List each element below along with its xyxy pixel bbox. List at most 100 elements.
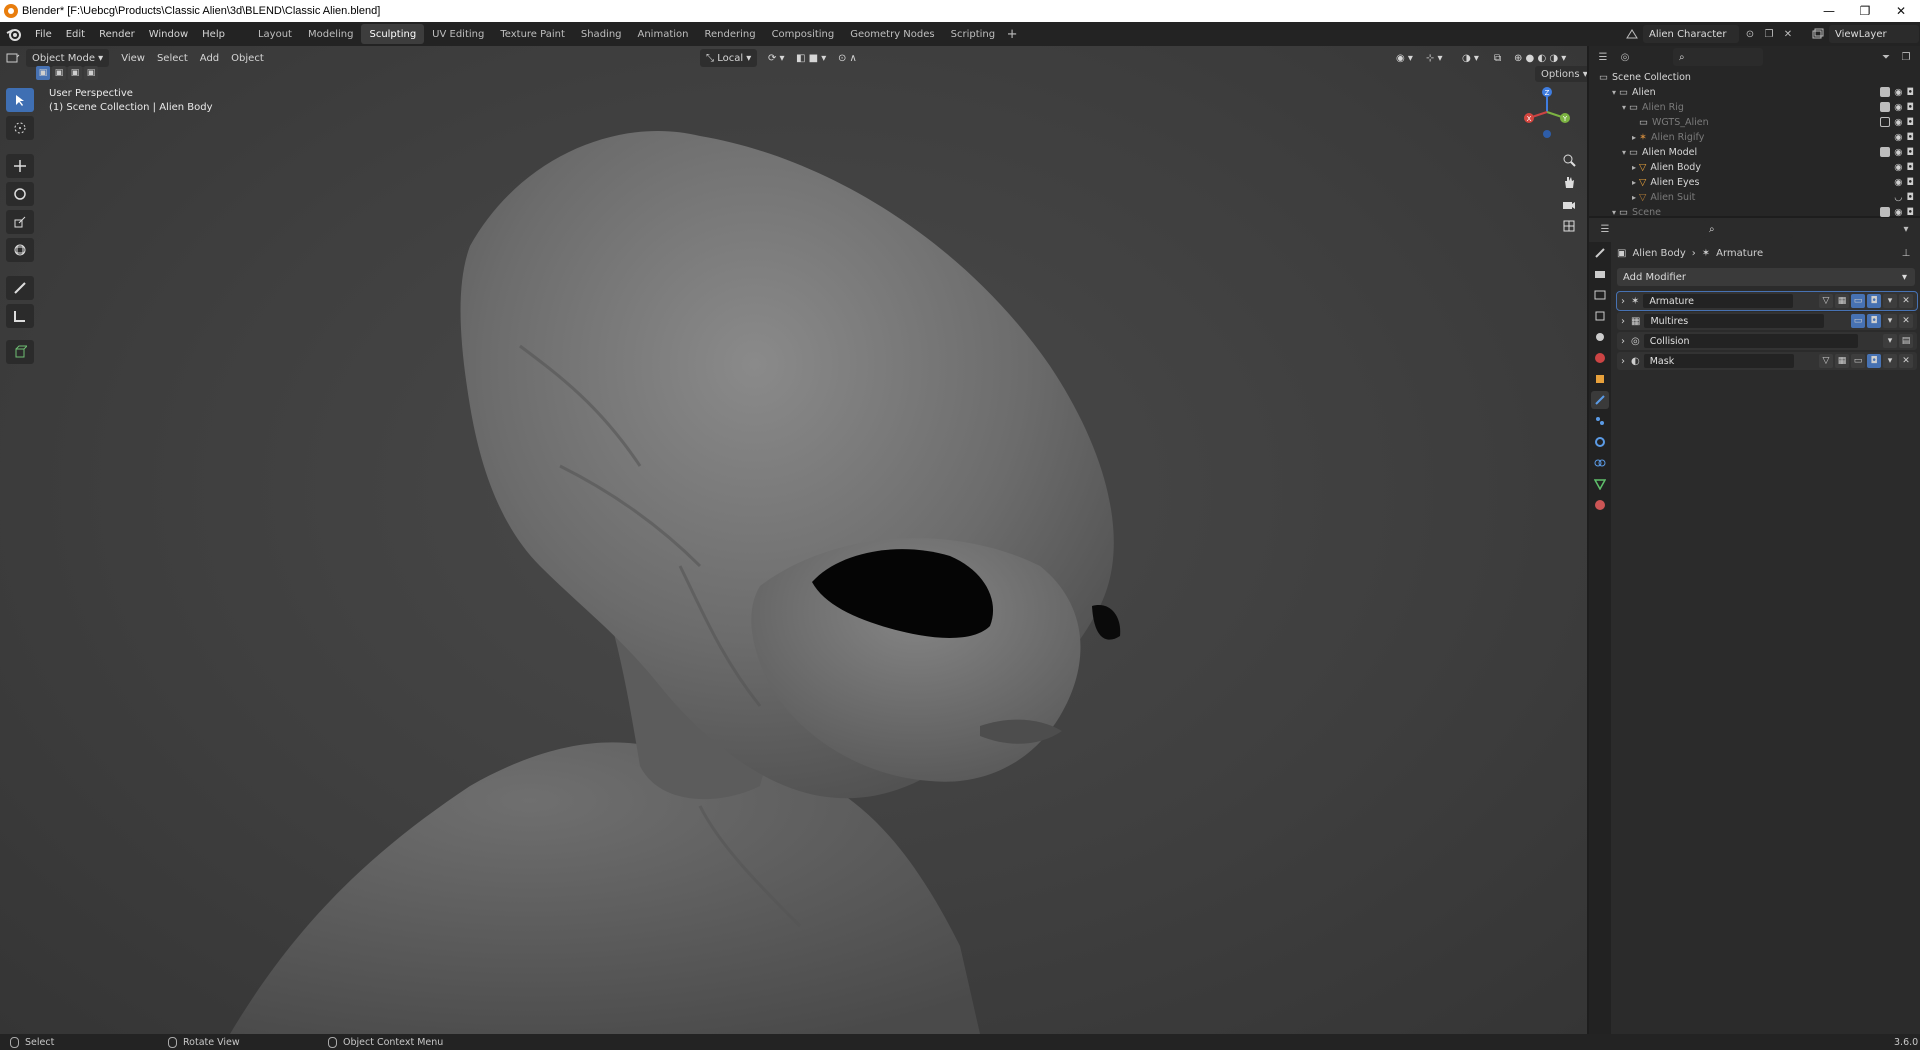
exclude-checkbox[interactable] — [1880, 102, 1891, 112]
add-cube-tool[interactable] — [6, 340, 34, 364]
modifier-name-field[interactable]: Armature — [1643, 294, 1794, 308]
outliner-row-alien[interactable]: ▾ ▭ Alien ◉ ◘ — [1589, 85, 1920, 100]
physics-tab-icon[interactable] — [1591, 433, 1609, 451]
zoom-icon[interactable] — [1557, 150, 1581, 170]
xray-icon[interactable]: ⧉ — [1488, 49, 1507, 67]
viewport-toggle[interactable]: ▭ — [1851, 314, 1865, 328]
remove-modifier-icon[interactable]: ✕ — [1899, 314, 1913, 328]
add-workspace-button[interactable]: + — [1003, 27, 1021, 42]
outliner-row-scene-collection[interactable]: ▭ Scene Collection — [1589, 70, 1920, 85]
outliner-row-alien-suit[interactable]: ▸ ▽ Alien Suit ◡ ◘ — [1589, 190, 1920, 205]
3d-viewport[interactable]: Object Mode ▾ View Select Add Object ⤡ L… — [0, 46, 1587, 1034]
workspace-tab-sculpting[interactable]: Sculpting — [361, 24, 425, 44]
workspace-tab-uv-editing[interactable]: UV Editing — [424, 24, 492, 44]
eye-hidden-icon[interactable]: ◡ — [1894, 192, 1902, 203]
object-tab-icon[interactable] — [1591, 370, 1609, 388]
eye-icon[interactable]: ◉ — [1894, 117, 1902, 128]
render-camera-icon[interactable]: ◘ — [1906, 162, 1914, 173]
physics-link-icon[interactable]: ▤ — [1899, 334, 1913, 348]
menu-edit[interactable]: Edit — [59, 24, 92, 44]
shading-modes[interactable]: ⊕ ● ◐ ◑ ▾ — [1508, 49, 1572, 67]
modifier-tab-icon[interactable] — [1591, 391, 1609, 409]
viewport-toggle[interactable]: ▭ — [1851, 354, 1865, 368]
visibility-icon[interactable]: ◉ ▾ — [1390, 49, 1419, 67]
properties-search-input[interactable]: ⌕ — [1703, 220, 1793, 238]
edit-mode-toggle[interactable]: ▦ — [1835, 354, 1849, 368]
viewport-menu-select[interactable]: Select — [151, 49, 194, 67]
overlays-icon[interactable]: ◑ ▾ — [1456, 49, 1485, 67]
expand-toggle-icon[interactable]: ▾ — [1609, 88, 1619, 97]
select-new-icon[interactable]: ▣ — [36, 66, 50, 80]
proportional-edit-icon[interactable]: ⊙ ∧ — [832, 49, 863, 67]
remove-modifier-icon[interactable]: ✕ — [1899, 354, 1913, 368]
modifier-mask[interactable]: › ◐ Mask ▽ ▦ ▭ ◘ ▾ ✕ — [1617, 352, 1917, 370]
object-mode-dropdown[interactable]: Object Mode ▾ — [26, 49, 110, 67]
outliner-row-alien-eyes[interactable]: ▸ ▽ Alien Eyes ◉ ◘ — [1589, 175, 1920, 190]
viewport-toggle[interactable]: ▭ — [1851, 294, 1865, 308]
render-toggle[interactable]: ◘ — [1867, 314, 1881, 328]
snap-icon[interactable]: ◧ ■ ▾ — [790, 49, 832, 67]
render-camera-icon[interactable]: ◘ — [1906, 117, 1914, 128]
menu-help[interactable]: Help — [195, 24, 232, 44]
camera-view-icon[interactable] — [1557, 194, 1581, 214]
modifier-name-field[interactable]: Mask — [1643, 354, 1794, 368]
pivot-point-icon[interactable]: ⟳ ▾ — [762, 49, 791, 67]
viewport-menu-object[interactable]: Object — [225, 49, 270, 67]
data-tab-icon[interactable] — [1591, 475, 1609, 493]
scene-selector[interactable]: Alien Character — [1643, 25, 1739, 43]
eye-icon[interactable]: ◉ — [1894, 132, 1902, 143]
editor-type-icon[interactable] — [0, 49, 26, 67]
outliner-editor-icon[interactable]: ☰ — [1595, 49, 1611, 65]
cursor-tool[interactable] — [6, 116, 34, 140]
render-camera-icon[interactable]: ◘ — [1906, 87, 1914, 98]
new-scene-icon[interactable]: ❐ — [1761, 26, 1777, 42]
pin-icon[interactable]: ⊥ — [1898, 245, 1914, 261]
outliner-row-alien-rigify[interactable]: ▸ ✶ Alien Rigify ◉ ◘ — [1589, 130, 1920, 145]
expand-toggle-icon[interactable]: ▾ — [1619, 103, 1629, 112]
filter-icon[interactable]: ⏷ — [1878, 49, 1894, 65]
eye-icon[interactable]: ◉ — [1894, 162, 1902, 173]
modifier-name-field[interactable]: Collision — [1643, 334, 1858, 348]
output-tab-icon[interactable] — [1591, 286, 1609, 304]
render-camera-icon[interactable]: ◘ — [1906, 177, 1914, 188]
options-dropdown[interactable]: Options ▾ — [1535, 66, 1587, 82]
world-tab-icon[interactable] — [1591, 349, 1609, 367]
delete-scene-icon[interactable]: ✕ — [1780, 26, 1796, 42]
workspace-tab-layout[interactable]: Layout — [250, 24, 300, 44]
eye-icon[interactable]: ◉ — [1894, 177, 1902, 188]
select-extend-icon[interactable]: ▣ — [52, 66, 66, 80]
edit-cage-toggle[interactable]: ▽ — [1819, 294, 1833, 308]
annotate-tool[interactable] — [6, 276, 34, 300]
expand-toggle-icon[interactable]: ▸ — [1629, 133, 1639, 142]
modifier-menu-icon[interactable]: ▾ — [1883, 294, 1897, 308]
workspace-tab-rendering[interactable]: Rendering — [696, 24, 763, 44]
pan-hand-icon[interactable] — [1557, 172, 1581, 192]
exclude-checkbox[interactable] — [1880, 117, 1891, 127]
expand-toggle-icon[interactable]: ▸ — [1629, 193, 1639, 202]
properties-options-icon[interactable]: ▾ — [1898, 221, 1914, 237]
workspace-tab-animation[interactable]: Animation — [630, 24, 697, 44]
modifier-multires[interactable]: › ▦ Multires ▭ ◘ ▾ ✕ — [1617, 312, 1917, 330]
expand-modifier-icon[interactable]: › — [1621, 296, 1631, 307]
view-layer-selector[interactable]: ViewLayer — [1829, 25, 1919, 43]
measure-tool[interactable] — [6, 304, 34, 328]
expand-toggle-icon[interactable]: ▾ — [1619, 148, 1629, 157]
expand-toggle-icon[interactable]: ▾ — [1609, 208, 1619, 217]
workspace-tab-shading[interactable]: Shading — [573, 24, 630, 44]
scene-icon[interactable] — [1624, 26, 1640, 42]
new-collection-icon[interactable]: ❐ — [1898, 49, 1914, 65]
outliner-row-alien-model[interactable]: ▾ ▭ Alien Model ◉ ◘ — [1589, 145, 1920, 160]
rotate-tool[interactable] — [6, 182, 34, 206]
eye-icon[interactable]: ◉ — [1894, 87, 1902, 98]
outliner-search-input[interactable]: ⌕ — [1673, 48, 1763, 66]
view-layer-tab-icon[interactable] — [1591, 307, 1609, 325]
move-tool[interactable] — [6, 154, 34, 178]
transform-tool[interactable] — [6, 238, 34, 262]
exclude-checkbox[interactable] — [1880, 147, 1891, 157]
eye-icon[interactable]: ◉ — [1894, 102, 1902, 113]
outliner-row-wgts-alien[interactable]: ▭ WGTS_Alien ◉ ◘ — [1589, 115, 1920, 130]
menu-file[interactable]: File — [28, 24, 59, 44]
scale-tool[interactable] — [6, 210, 34, 234]
render-toggle[interactable]: ◘ — [1867, 354, 1881, 368]
render-camera-icon[interactable]: ◘ — [1906, 192, 1914, 203]
